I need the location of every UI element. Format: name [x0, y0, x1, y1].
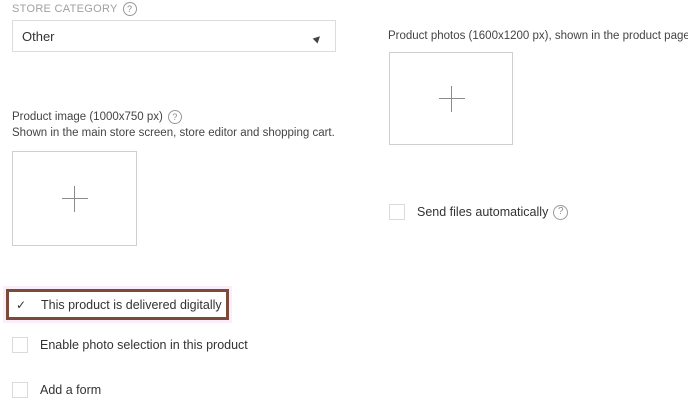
plus-icon-v: [451, 86, 452, 112]
store-category-selected-value: Other: [22, 28, 55, 44]
send-files-label: Send files automatically: [417, 205, 549, 219]
send-files-checkbox[interactable]: [389, 204, 405, 220]
dropdown-caret-icon: ▶: [311, 32, 324, 45]
delivered-digitally-checkbox[interactable]: ✓: [13, 296, 29, 313]
add-form-checkbox[interactable]: [12, 382, 28, 398]
check-icon: ✓: [15, 297, 27, 312]
photo-selection-checkbox[interactable]: [12, 337, 28, 353]
product-image-label-text: Product image (1000x750 px): [12, 111, 163, 123]
product-photos-upload[interactable]: [389, 52, 513, 145]
photo-selection-label: Enable photo selection in this product: [40, 338, 248, 352]
add-form-option[interactable]: Add a form: [12, 382, 101, 398]
store-category-help-icon[interactable]: ?: [122, 2, 137, 16]
product-image-label: Product image (1000x750 px) ?: [12, 110, 182, 124]
delivered-digitally-option[interactable]: ✓ This product is delivered digitally: [6, 289, 229, 320]
photo-selection-option[interactable]: Enable photo selection in this product: [12, 337, 248, 353]
send-files-option[interactable]: Send files automatically ?: [389, 204, 569, 220]
store-category-label: STORE CATEGORY ?: [12, 2, 137, 16]
delivered-digitally-label: This product is delivered digitally: [41, 297, 222, 312]
send-files-help-icon[interactable]: ?: [553, 204, 569, 220]
product-image-help-icon[interactable]: ?: [167, 110, 182, 124]
store-category-label-text: STORE CATEGORY: [12, 3, 118, 15]
plus-icon-h: [439, 98, 465, 99]
product-image-description: Shown in the main store screen, store ed…: [12, 127, 335, 139]
store-category-select[interactable]: Other ▶: [12, 20, 336, 52]
add-form-label: Add a form: [40, 383, 102, 397]
product-photos-label: Product photos (1600x1200 px), shown in …: [388, 30, 688, 42]
product-image-upload[interactable]: [12, 151, 137, 246]
plus-icon-h: [62, 198, 88, 199]
plus-icon-v: [74, 186, 75, 212]
